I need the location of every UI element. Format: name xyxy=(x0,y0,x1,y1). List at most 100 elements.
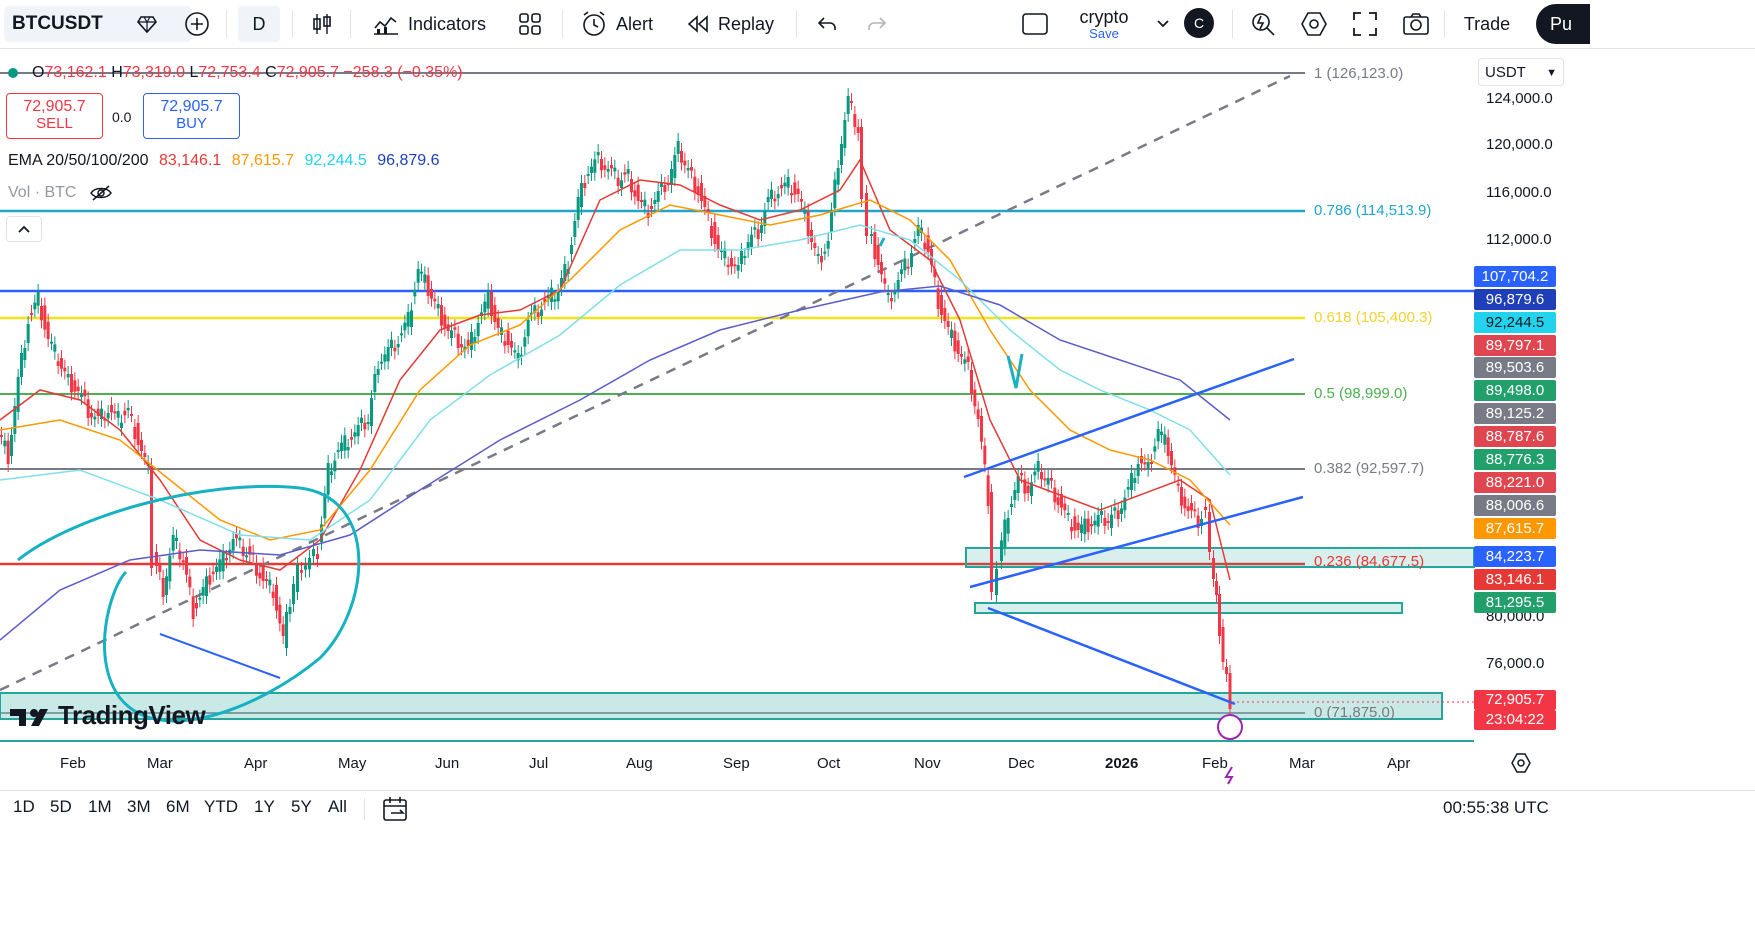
candle-body xyxy=(312,549,315,556)
candle-body xyxy=(3,440,7,447)
candle-body xyxy=(370,398,373,426)
avatar[interactable]: C xyxy=(1184,8,1214,38)
range-button-1d[interactable]: 1D xyxy=(13,797,35,817)
candle-body xyxy=(576,197,580,220)
candle-body xyxy=(963,359,967,364)
candle-body xyxy=(850,101,853,103)
candle-body xyxy=(1056,497,1060,505)
buy-button[interactable]: 72,905.7 BUY xyxy=(143,93,240,139)
chevron-up-icon xyxy=(18,225,30,233)
candle-body xyxy=(1143,462,1147,465)
fullscreen-icon[interactable] xyxy=(1352,6,1378,42)
candle-body xyxy=(185,557,188,575)
candle-body xyxy=(33,302,37,310)
interval-button[interactable]: D xyxy=(238,6,280,42)
candle-body xyxy=(161,578,165,597)
quick-search-icon[interactable] xyxy=(1250,6,1276,42)
page-bottom xyxy=(0,830,1755,930)
replay-button[interactable]: Replay xyxy=(686,6,774,42)
utc-clock[interactable]: 00:55:38 UTC xyxy=(1443,798,1549,818)
range-button-1y[interactable]: 1Y xyxy=(254,797,275,817)
avatar-letter: C xyxy=(1193,15,1205,31)
candle-body xyxy=(1126,487,1130,490)
candle-body xyxy=(155,552,158,566)
candle-body xyxy=(556,292,560,302)
candle-body xyxy=(363,422,367,430)
range-button-3m[interactable]: 3M xyxy=(127,797,151,817)
settings-icon[interactable] xyxy=(1300,6,1328,42)
symbol-label: BTCUSDT xyxy=(12,13,103,34)
candle-body xyxy=(730,258,733,267)
candle-body xyxy=(460,344,463,348)
candle-body xyxy=(766,197,770,202)
range-button-5d[interactable]: 5D xyxy=(50,797,72,817)
time-axis-settings-icon[interactable] xyxy=(1510,752,1532,779)
candle-body xyxy=(693,176,697,193)
descending-trendline xyxy=(987,606,1236,706)
candle-body xyxy=(188,576,192,588)
alert-button[interactable]: Alert xyxy=(580,6,653,42)
ema-legend[interactable]: EMA 20/50/100/200 83,146.1 87,615.7 92,2… xyxy=(8,152,440,170)
compare-add-icon[interactable] xyxy=(184,6,210,42)
range-button-all[interactable]: All xyxy=(328,797,347,817)
candle-body xyxy=(238,537,242,541)
candle-body xyxy=(0,435,3,437)
symbol-search[interactable]: BTCUSDT xyxy=(4,6,192,42)
candle-body xyxy=(1116,510,1120,519)
candle-body xyxy=(1110,514,1113,528)
layout-name-button[interactable]: crypto Save xyxy=(1070,4,1138,44)
time-axis-label: Dec xyxy=(1008,755,1035,772)
candle-body xyxy=(353,432,357,437)
range-button-6m[interactable]: 6M xyxy=(166,797,190,817)
candle-body xyxy=(265,579,268,581)
candle-body xyxy=(583,183,587,188)
camera-icon[interactable] xyxy=(1402,6,1430,42)
candle-body xyxy=(676,141,680,154)
volume-legend[interactable]: Vol · BTC xyxy=(8,184,113,202)
candle-body xyxy=(995,569,998,595)
candle-body xyxy=(90,413,93,418)
candle-body xyxy=(736,265,740,271)
watermark-label: TradingView xyxy=(58,700,206,730)
candle-body xyxy=(820,256,823,263)
candle-body xyxy=(966,356,970,362)
candle-body xyxy=(1040,472,1043,480)
undo-icon[interactable] xyxy=(816,6,838,42)
candle-body xyxy=(43,305,47,330)
candle-body xyxy=(346,447,350,451)
candle-body xyxy=(1146,462,1150,469)
spread-value: 0.0 xyxy=(112,109,132,125)
candle-body xyxy=(23,348,27,360)
time-axis-label: 2026 xyxy=(1105,755,1139,772)
candle-body xyxy=(1180,487,1183,506)
candle-body xyxy=(36,292,40,306)
candle-body xyxy=(526,320,530,337)
collapse-legend-button[interactable] xyxy=(6,216,42,242)
layout-icon[interactable] xyxy=(1022,6,1048,42)
candle-body xyxy=(630,179,633,193)
candle-body xyxy=(800,199,803,202)
candle-body xyxy=(513,350,517,353)
candle-body xyxy=(1133,478,1137,483)
candle-body xyxy=(390,339,393,348)
chevron-down-icon[interactable] xyxy=(1156,6,1170,42)
candle-body xyxy=(840,144,843,165)
candle-body xyxy=(780,185,783,189)
publish-button[interactable]: Pu xyxy=(1536,4,1590,44)
templates-icon[interactable] xyxy=(518,6,542,42)
candle-body xyxy=(1073,516,1077,531)
candle-body xyxy=(536,312,540,317)
diamond-icon[interactable] xyxy=(136,6,158,42)
candle-body xyxy=(300,570,303,573)
indicators-button[interactable]: Indicators xyxy=(372,6,486,42)
sell-button[interactable]: 72,905.7 SELL xyxy=(6,93,103,139)
redo-icon[interactable] xyxy=(866,6,888,42)
range-button-1m[interactable]: 1M xyxy=(88,797,112,817)
trade-button[interactable]: Trade xyxy=(1452,6,1522,42)
currency-select[interactable]: USDT ▼ xyxy=(1478,58,1564,86)
candle-body xyxy=(670,169,673,185)
calendar-goto-icon[interactable] xyxy=(382,796,410,827)
range-button-ytd[interactable]: YTD xyxy=(204,797,238,817)
range-button-5y[interactable]: 5Y xyxy=(291,797,312,817)
candles-icon[interactable] xyxy=(310,6,334,42)
